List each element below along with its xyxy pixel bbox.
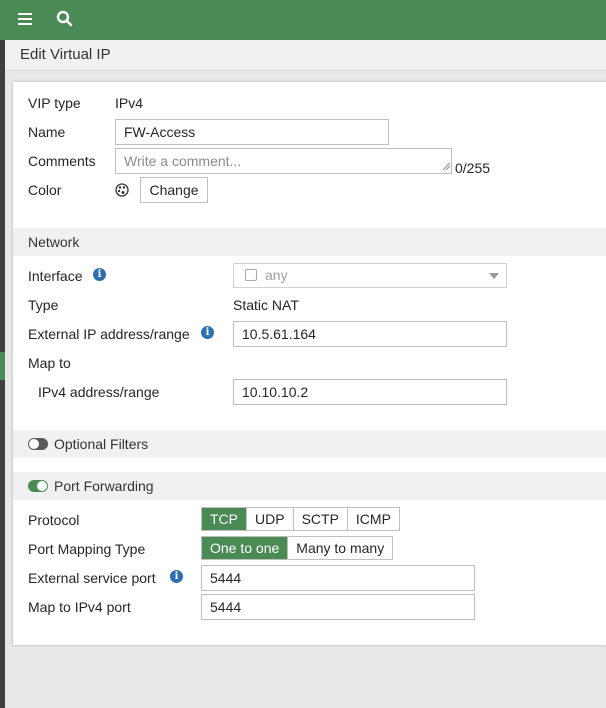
- comments-label: Comments: [28, 153, 96, 169]
- port-forwarding-toggle[interactable]: [28, 480, 48, 492]
- interface-label: Interface: [28, 268, 83, 284]
- port-mapping-type-label: Port Mapping Type: [28, 541, 146, 557]
- optional-filters-header: Optional Filters: [13, 430, 606, 458]
- left-nav-strip: [0, 40, 5, 708]
- external-ip-label: External IP address/range: [28, 326, 190, 342]
- mapping-many-to-many-button[interactable]: Many to many: [288, 537, 393, 559]
- top-bar: [0, 0, 606, 40]
- type-label: Type: [28, 297, 59, 313]
- map-to-ipv4-port-label: Map to IPv4 port: [28, 599, 131, 615]
- protocol-tcp-button[interactable]: TCP: [202, 508, 247, 530]
- map-to-ipv4-port-input[interactable]: 5444: [201, 594, 475, 620]
- map-to-label: Map to: [28, 355, 71, 371]
- protocol-icmp-button[interactable]: ICMP: [347, 508, 399, 530]
- comments-counter: 0/255: [455, 160, 491, 176]
- ipv4-range-input[interactable]: 10.10.10.2: [233, 379, 507, 405]
- external-ip-input[interactable]: 10.5.61.164: [233, 321, 507, 347]
- external-service-port-input[interactable]: 5444: [201, 565, 475, 591]
- interface-info-icon[interactable]: i: [93, 268, 106, 281]
- name-input[interactable]: FW-Access: [115, 119, 389, 145]
- hamburger-icon[interactable]: [18, 13, 32, 25]
- network-section-title: Network: [28, 234, 80, 250]
- color-change-button[interactable]: Change: [140, 177, 208, 203]
- palette-icon: [115, 183, 129, 197]
- optional-filters-toggle[interactable]: [28, 438, 48, 450]
- chevron-down-icon: [489, 273, 499, 279]
- protocol-udp-button[interactable]: UDP: [247, 508, 294, 530]
- mapping-one-to-one-button[interactable]: One to one: [202, 537, 289, 559]
- external-service-port-label: External service port: [28, 570, 156, 586]
- color-label: Color: [28, 182, 62, 198]
- left-nav-active-marker: [0, 352, 5, 380]
- type-value: Static NAT: [233, 297, 299, 313]
- edit-vip-panel: VIP type IPv4 Name FW-Access Comments Wr…: [13, 82, 606, 645]
- checkbox-icon: [245, 269, 257, 281]
- protocol-selector: TCP UDP SCTP ICMP: [201, 507, 400, 531]
- external-ip-info-icon[interactable]: i: [201, 326, 214, 339]
- port-forwarding-label: Port Forwarding: [54, 478, 154, 494]
- page-title: Edit Virtual IP: [20, 46, 111, 63]
- vip-type-label: VIP type: [28, 95, 81, 111]
- name-label: Name: [28, 124, 66, 140]
- vip-type-value: IPv4: [115, 95, 144, 111]
- page-title-bar: Edit Virtual IP: [5, 40, 606, 71]
- interface-select-value: any: [265, 267, 288, 283]
- comments-textarea[interactable]: Write a comment...: [115, 148, 452, 174]
- resize-handle-icon[interactable]: [442, 162, 451, 171]
- ipv4-range-label: IPv4 address/range: [38, 384, 160, 400]
- protocol-label: Protocol: [28, 512, 80, 528]
- external-port-info-icon[interactable]: i: [170, 570, 183, 583]
- optional-filters-label: Optional Filters: [54, 436, 149, 452]
- protocol-sctp-button[interactable]: SCTP: [293, 508, 348, 530]
- network-section-header: Network: [13, 228, 606, 256]
- port-mapping-selector: One to one Many to many: [201, 536, 394, 560]
- search-icon[interactable]: [56, 10, 74, 28]
- interface-select[interactable]: any: [233, 263, 507, 288]
- port-forwarding-header: Port Forwarding: [13, 472, 606, 500]
